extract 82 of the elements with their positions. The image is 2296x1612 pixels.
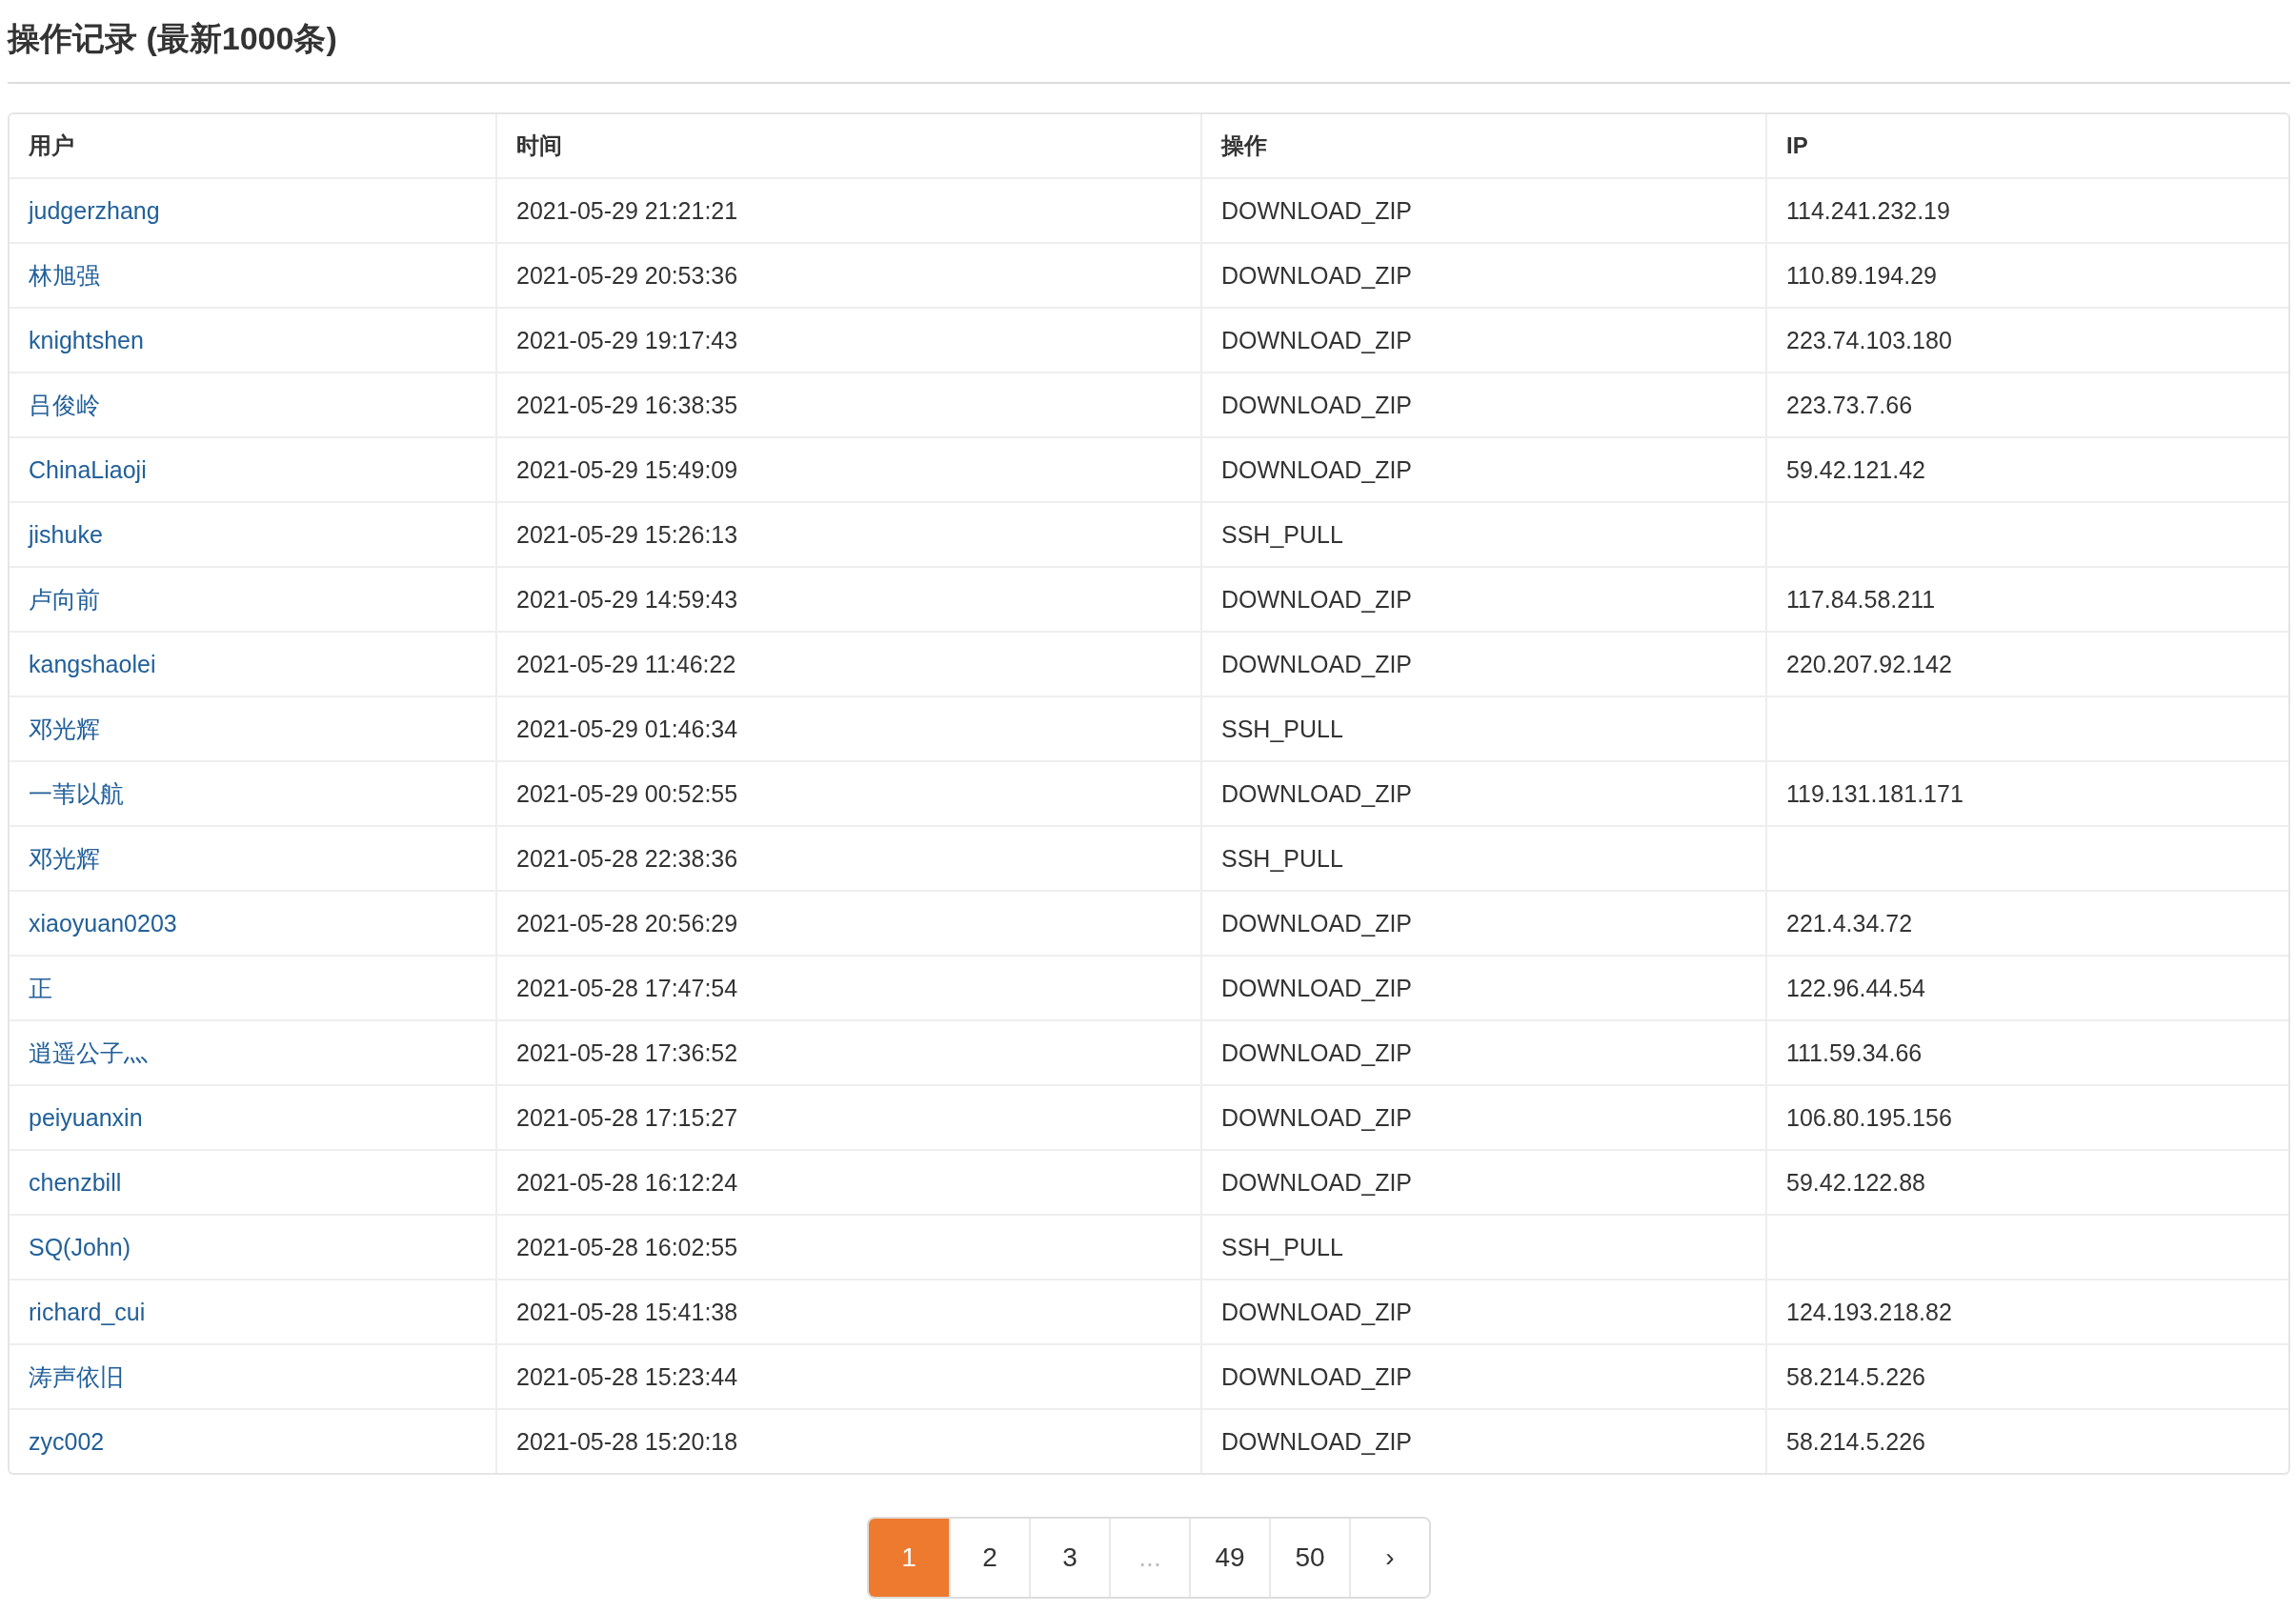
user-link[interactable]: judgerzhang xyxy=(29,196,160,225)
action-cell: DOWNLOAD_ZIP xyxy=(1200,1021,1765,1084)
action-cell: SSH_PULL xyxy=(1200,697,1765,760)
user-link[interactable]: zyc002 xyxy=(29,1427,105,1456)
ip-cell: 221.4.34.72 xyxy=(1765,892,2288,955)
user-link[interactable]: chenzbill xyxy=(29,1168,122,1197)
time-cell: 2021-05-29 14:59:43 xyxy=(495,568,1200,631)
time-cell: 2021-05-28 17:15:27 xyxy=(495,1086,1200,1149)
user-link[interactable]: peiyuanxin xyxy=(29,1103,143,1132)
ip-cell: 58.214.5.226 xyxy=(1765,1345,2288,1408)
action-cell: SSH_PULL xyxy=(1200,1216,1765,1279)
action-cell: DOWNLOAD_ZIP xyxy=(1200,1086,1765,1149)
action-cell: DOWNLOAD_ZIP xyxy=(1200,957,1765,1019)
user-link[interactable]: 邓光辉 xyxy=(29,713,100,745)
column-header: 操作 xyxy=(1200,114,1765,177)
user-link[interactable]: ChinaLiaoji xyxy=(29,455,147,484)
time-cell: 2021-05-29 20:53:36 xyxy=(495,244,1200,307)
action-cell: DOWNLOAD_ZIP xyxy=(1200,892,1765,955)
action-cell: DOWNLOAD_ZIP xyxy=(1200,179,1765,242)
action-cell: DOWNLOAD_ZIP xyxy=(1200,1280,1765,1343)
ip-cell: 220.207.92.142 xyxy=(1765,633,2288,695)
time-cell: 2021-05-28 16:12:24 xyxy=(495,1151,1200,1214)
action-cell: DOWNLOAD_ZIP xyxy=(1200,633,1765,695)
time-cell: 2021-05-29 01:46:34 xyxy=(495,697,1200,760)
user-link[interactable]: 一苇以航 xyxy=(29,777,124,810)
time-cell: 2021-05-28 17:47:54 xyxy=(495,957,1200,1019)
action-cell: DOWNLOAD_ZIP xyxy=(1200,1151,1765,1214)
time-cell: 2021-05-28 20:56:29 xyxy=(495,892,1200,955)
time-cell: 2021-05-29 15:49:09 xyxy=(495,438,1200,501)
user-link[interactable]: 邓光辉 xyxy=(29,842,100,875)
time-cell: 2021-05-28 17:36:52 xyxy=(495,1021,1200,1084)
user-link[interactable]: 吕俊岭 xyxy=(29,389,100,421)
user-link[interactable]: 林旭强 xyxy=(29,259,100,292)
action-cell: DOWNLOAD_ZIP xyxy=(1200,309,1765,372)
user-link[interactable]: SQ(John) xyxy=(29,1233,131,1261)
action-cell: DOWNLOAD_ZIP xyxy=(1200,762,1765,825)
next-page-button[interactable]: › xyxy=(1349,1519,1429,1597)
user-link[interactable]: kangshaolei xyxy=(29,650,156,678)
user-link[interactable]: knightshen xyxy=(29,326,144,354)
user-link[interactable]: 逍遥公子灬 xyxy=(29,1037,148,1069)
user-link[interactable]: richard_cui xyxy=(29,1298,146,1326)
ip-cell: 111.59.34.66 xyxy=(1765,1021,2288,1084)
time-cell: 2021-05-29 00:52:55 xyxy=(495,762,1200,825)
ip-cell: 59.42.121.42 xyxy=(1765,438,2288,501)
action-cell: DOWNLOAD_ZIP xyxy=(1200,568,1765,631)
ip-cell: 106.80.195.156 xyxy=(1765,1086,2288,1149)
column-header: 用户 xyxy=(28,131,75,160)
time-cell: 2021-05-28 22:38:36 xyxy=(495,827,1200,890)
user-link[interactable]: jishuke xyxy=(29,520,103,549)
column-header: IP xyxy=(1765,114,2288,177)
ip-cell: 122.96.44.54 xyxy=(1765,957,2288,1019)
ip-cell: 114.241.232.19 xyxy=(1765,179,2288,242)
action-cell: DOWNLOAD_ZIP xyxy=(1200,1410,1765,1473)
ip-cell: 110.89.194.29 xyxy=(1765,244,2288,307)
user-link[interactable]: 正 xyxy=(29,972,52,1004)
column-header: 时间 xyxy=(495,114,1200,177)
time-cell: 2021-05-29 11:46:22 xyxy=(495,633,1200,695)
user-link[interactable]: xiaoyuan0203 xyxy=(29,909,177,937)
time-cell: 2021-05-29 21:21:21 xyxy=(495,179,1200,242)
time-cell: 2021-05-28 15:23:44 xyxy=(495,1345,1200,1408)
ip-cell: 124.193.218.82 xyxy=(1765,1280,2288,1343)
action-cell: DOWNLOAD_ZIP xyxy=(1200,438,1765,501)
ip-cell: 119.131.181.171 xyxy=(1765,762,2288,825)
action-cell: SSH_PULL xyxy=(1200,827,1765,890)
time-cell: 2021-05-29 15:26:13 xyxy=(495,503,1200,566)
action-cell: SSH_PULL xyxy=(1200,503,1765,566)
time-cell: 2021-05-28 15:41:38 xyxy=(495,1280,1200,1343)
action-cell: DOWNLOAD_ZIP xyxy=(1200,1345,1765,1408)
time-cell: 2021-05-28 16:02:55 xyxy=(495,1216,1200,1279)
user-link[interactable]: 涛声依旧 xyxy=(29,1360,124,1393)
time-cell: 2021-05-29 16:38:35 xyxy=(495,373,1200,436)
time-cell: 2021-05-28 15:20:18 xyxy=(495,1410,1200,1473)
page-title: 操作记录 (最新1000条) xyxy=(8,19,338,58)
action-cell: DOWNLOAD_ZIP xyxy=(1200,244,1765,307)
ip-cell: 117.84.58.211 xyxy=(1765,568,2288,631)
user-link[interactable]: 卢向前 xyxy=(29,583,100,615)
time-cell: 2021-05-29 19:17:43 xyxy=(495,309,1200,372)
ip-cell: 59.42.122.88 xyxy=(1765,1151,2288,1214)
ip-cell: 223.73.7.66 xyxy=(1765,373,2288,436)
ip-cell: 58.214.5.226 xyxy=(1765,1410,2288,1473)
ip-cell: 223.74.103.180 xyxy=(1765,309,2288,372)
action-cell: DOWNLOAD_ZIP xyxy=(1200,373,1765,436)
